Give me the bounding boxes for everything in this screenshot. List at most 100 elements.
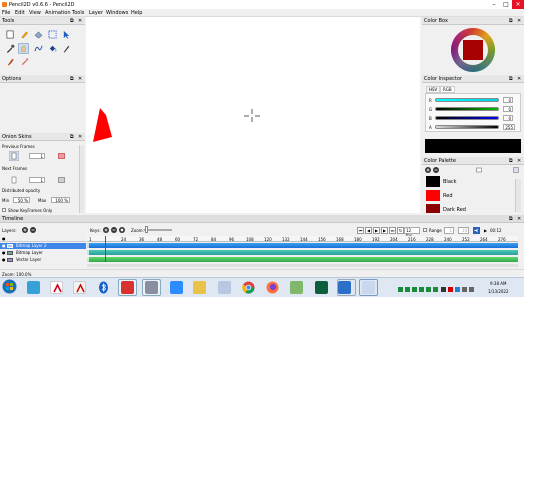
- taskbar-app-icon[interactable]: [218, 281, 231, 294]
- palette-item[interactable]: Dark Red: [424, 203, 514, 213]
- move-icon[interactable]: [62, 30, 71, 39]
- eyedropper-icon[interactable]: [6, 44, 15, 53]
- next-frame-button[interactable]: ▶: [381, 227, 388, 234]
- float-icon[interactable]: ⧉: [509, 17, 513, 25]
- timeline-hscrollbar[interactable]: [87, 264, 518, 267]
- prev-color-swatch[interactable]: [58, 153, 65, 159]
- menu-view[interactable]: View: [29, 10, 41, 16]
- brush-icon[interactable]: [6, 57, 15, 66]
- acrobat-icon[interactable]: [50, 281, 63, 294]
- pen-icon[interactable]: [20, 57, 29, 66]
- palette-view-icon[interactable]: [476, 167, 482, 173]
- firefox-icon[interactable]: [266, 281, 279, 294]
- menu-edit[interactable]: Edit: [15, 10, 25, 16]
- float-icon[interactable]: ⧉: [509, 157, 513, 165]
- palette-menu-icon[interactable]: [513, 167, 519, 173]
- drawing-canvas[interactable]: [86, 17, 420, 213]
- smudge-icon[interactable]: [62, 44, 71, 53]
- duplicate-key-icon[interactable]: [119, 227, 125, 233]
- panel-close-icon[interactable]: ✕: [78, 133, 82, 141]
- remove-key-icon[interactable]: [111, 227, 117, 233]
- photos-app-icon[interactable]: [290, 281, 303, 294]
- range-start-spinbox[interactable]: 1: [444, 227, 454, 234]
- visibility-all-icon[interactable]: ●: [2, 236, 6, 241]
- sound-icon[interactable]: [473, 227, 480, 234]
- range-end-spinbox[interactable]: 10: [458, 227, 469, 234]
- layer-row[interactable]: ● Bitmap Layer: [0, 250, 86, 256]
- tab-rgb[interactable]: RGB: [440, 86, 455, 93]
- onion-scrollbar[interactable]: [79, 145, 84, 213]
- menu-help[interactable]: Help: [131, 10, 142, 16]
- zoom-app-icon[interactable]: [170, 281, 183, 294]
- menu-layer[interactable]: Layer: [89, 10, 103, 16]
- fps-spinbox[interactable]: 12 fps: [404, 227, 420, 238]
- float-icon[interactable]: ⧉: [70, 75, 74, 83]
- range-checkbox[interactable]: [423, 228, 427, 232]
- float-icon[interactable]: ⧉: [70, 133, 74, 141]
- start-button-icon[interactable]: [2, 279, 17, 294]
- layer-visibility-icon[interactable]: ●: [2, 257, 6, 263]
- settings-app-icon[interactable]: [145, 281, 158, 294]
- tab-hsv[interactable]: HSV: [426, 86, 441, 93]
- g-slider[interactable]: [435, 107, 499, 111]
- menu-file[interactable]: File: [2, 10, 10, 16]
- taskbar-active-app[interactable]: [359, 279, 378, 296]
- palette-scrollbar[interactable]: [515, 179, 521, 212]
- tray-icon[interactable]: [426, 287, 431, 292]
- tray-icon[interactable]: [405, 287, 410, 292]
- add-layer-icon[interactable]: [22, 227, 28, 233]
- palette-item[interactable]: Red: [424, 189, 514, 201]
- layer-track[interactable]: [87, 243, 518, 248]
- clock-date[interactable]: 1/13/2022: [488, 289, 509, 294]
- taskbar-active-app[interactable]: [337, 279, 356, 296]
- layer-visibility-icon[interactable]: ●: [2, 250, 6, 256]
- layer-track[interactable]: [87, 250, 518, 255]
- b-value[interactable]: 0: [503, 115, 513, 121]
- volume-icon[interactable]: [469, 287, 474, 292]
- menu-windows[interactable]: Windows: [106, 10, 128, 16]
- eraser-icon[interactable]: [34, 30, 43, 39]
- chrome-icon[interactable]: [242, 281, 255, 294]
- play-button[interactable]: ▶: [373, 227, 380, 234]
- maximize-button[interactable]: □: [500, 0, 512, 9]
- tray-icon[interactable]: [412, 287, 417, 292]
- float-icon[interactable]: ⧉: [70, 17, 74, 25]
- float-icon[interactable]: ⧉: [509, 75, 513, 83]
- keyframe-marker[interactable]: [87, 243, 89, 262]
- add-color-icon[interactable]: [425, 167, 431, 173]
- pdf-viewer-icon[interactable]: [121, 281, 134, 294]
- taskbar-app-icon[interactable]: [27, 281, 40, 294]
- layer-row[interactable]: ● Vector Layer: [0, 257, 86, 263]
- panel-close-icon[interactable]: ✕: [517, 17, 521, 25]
- max-opacity-spinbox[interactable]: 100 %: [51, 197, 70, 203]
- min-opacity-spinbox[interactable]: 50 %: [13, 197, 30, 203]
- a-slider[interactable]: [435, 125, 499, 129]
- zoom-slider[interactable]: [144, 229, 172, 231]
- hand-icon[interactable]: [18, 43, 29, 54]
- g-value[interactable]: 0: [503, 106, 513, 112]
- tray-icon[interactable]: [433, 287, 438, 292]
- b-slider[interactable]: [435, 116, 499, 120]
- goto-start-button[interactable]: ⏮: [357, 227, 364, 234]
- tray-icon[interactable]: [455, 287, 460, 292]
- panel-close-icon[interactable]: ✕: [517, 75, 521, 83]
- panel-close-icon[interactable]: ✕: [78, 17, 82, 25]
- r-slider[interactable]: [435, 98, 499, 102]
- remove-layer-icon[interactable]: [30, 227, 36, 233]
- media-player-icon[interactable]: [315, 281, 328, 294]
- goto-end-button[interactable]: ⏭: [389, 227, 396, 234]
- prev-frames-spinbox[interactable]: 1: [29, 153, 45, 159]
- tray-icon[interactable]: [448, 287, 453, 292]
- onion-prev-toggle-icon[interactable]: [9, 151, 19, 161]
- palette-item[interactable]: Black: [424, 175, 514, 187]
- network-icon[interactable]: [462, 287, 467, 292]
- a-value[interactable]: 255: [503, 124, 515, 130]
- tray-icon[interactable]: [419, 287, 424, 292]
- layer-visibility-icon[interactable]: ●: [2, 243, 6, 249]
- select-icon[interactable]: [48, 30, 57, 39]
- polyline-icon[interactable]: [34, 44, 43, 53]
- bucket-icon[interactable]: [48, 44, 57, 53]
- tray-icon[interactable]: [398, 287, 403, 292]
- clock-time[interactable]: 9:38 AM: [490, 281, 506, 286]
- color-wheel[interactable]: [448, 25, 498, 75]
